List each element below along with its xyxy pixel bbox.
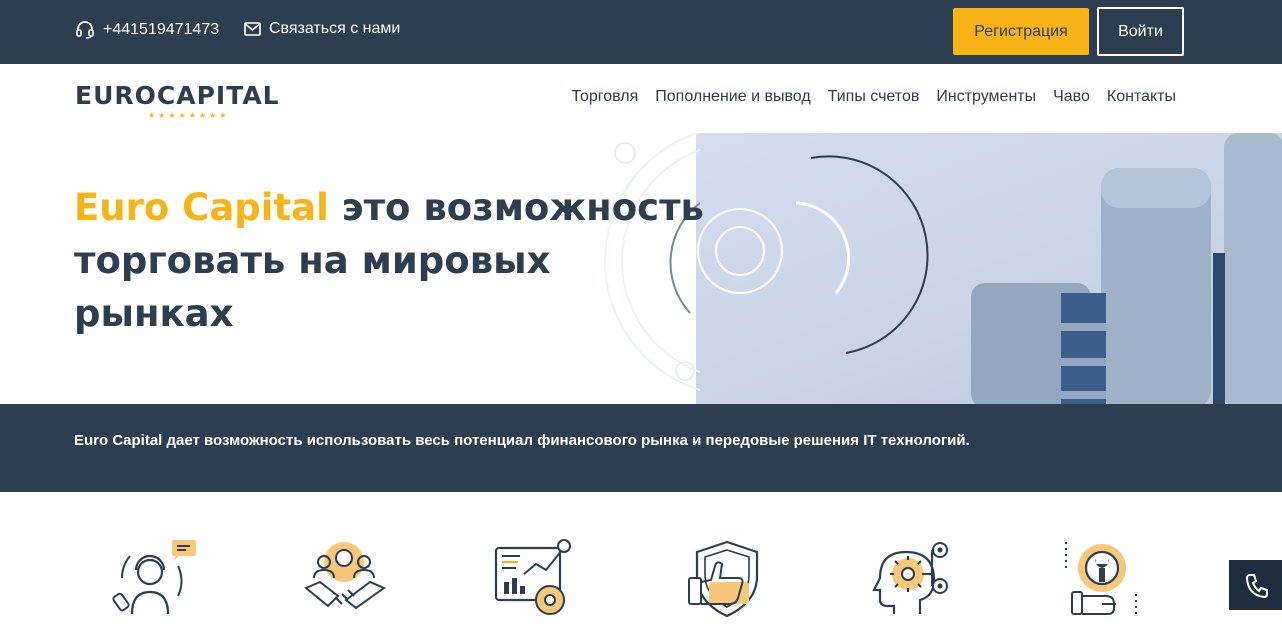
main-navbar: EUROCAPITAL ★★★★★★★★ Торговля Пополнение… — [0, 64, 1282, 133]
intelligence-icon — [870, 538, 960, 618]
floating-phone-button[interactable] — [1229, 560, 1282, 610]
contact-us-link[interactable]: Связаться с нами — [244, 20, 400, 38]
phone-number[interactable]: +441519471473 — [103, 21, 219, 39]
secure-like-icon — [685, 538, 775, 618]
register-button[interactable]: Регистрация — [953, 8, 1089, 55]
phone-contact[interactable]: +441519471473 — [75, 20, 219, 40]
contact-us-label[interactable]: Связаться с нами — [269, 20, 400, 38]
hero-title: Euro Capital это возможность торговать н… — [74, 181, 714, 340]
logo-stars: ★★★★★★★★ — [148, 111, 230, 120]
headset-icon — [76, 21, 94, 39]
login-button[interactable]: Войти — [1097, 7, 1184, 56]
logo-text: EUROCAPITAL — [75, 81, 280, 110]
support-icon — [112, 538, 202, 618]
nav-item-faq[interactable]: Чаво — [1053, 88, 1090, 106]
info-band: Euro Capital дает возможность использова… — [0, 404, 1282, 492]
nav-item-instruments[interactable]: Инструменты — [936, 88, 1036, 106]
nav-item-account-types[interactable]: Типы счетов — [828, 88, 920, 106]
mail-icon — [244, 22, 261, 36]
tools-icon — [1058, 538, 1148, 618]
nav-item-deposit-withdraw[interactable]: Пополнение и вывод — [655, 88, 810, 106]
nav-item-contacts[interactable]: Контакты — [1107, 88, 1176, 106]
hero-section: Euro Capital это возможность торговать н… — [0, 133, 1282, 404]
nav-item-trading[interactable]: Торговля — [571, 88, 638, 106]
hero-title-accent: Euro Capital — [74, 186, 329, 229]
hero-building-image — [696, 133, 1282, 404]
top-bar: +441519471473 Связаться с нами Регистрац… — [0, 0, 1282, 64]
main-menu: Торговля Пополнение и вывод Типы счетов … — [571, 88, 1176, 106]
analytics-icon — [490, 538, 580, 618]
info-band-text: Euro Capital дает возможность использова… — [74, 432, 970, 449]
phone-icon — [1245, 574, 1268, 599]
partnership-icon — [300, 538, 390, 618]
features-row — [0, 492, 1282, 626]
building-illustration — [697, 133, 1282, 404]
logo[interactable]: EUROCAPITAL ★★★★★★★★ — [75, 81, 280, 121]
